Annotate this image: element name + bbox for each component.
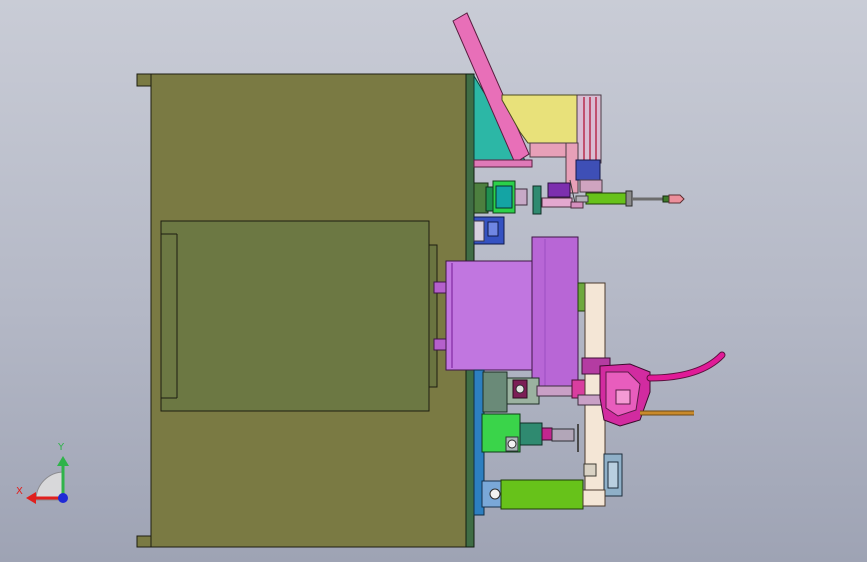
cavity-plate[interactable] [160, 220, 438, 412]
gripper-head[interactable] [599, 351, 726, 427]
sensor-block[interactable] [473, 216, 505, 245]
assembly-model[interactable] [0, 0, 867, 562]
upper-cylinder-assembly[interactable] [473, 179, 685, 215]
axis-label-y: Y [58, 442, 65, 453]
lower-actuator[interactable] [481, 413, 579, 453]
axis-triad [26, 456, 69, 504]
cad-viewport[interactable]: Y X [0, 0, 867, 562]
axis-label-x: X [16, 486, 23, 497]
